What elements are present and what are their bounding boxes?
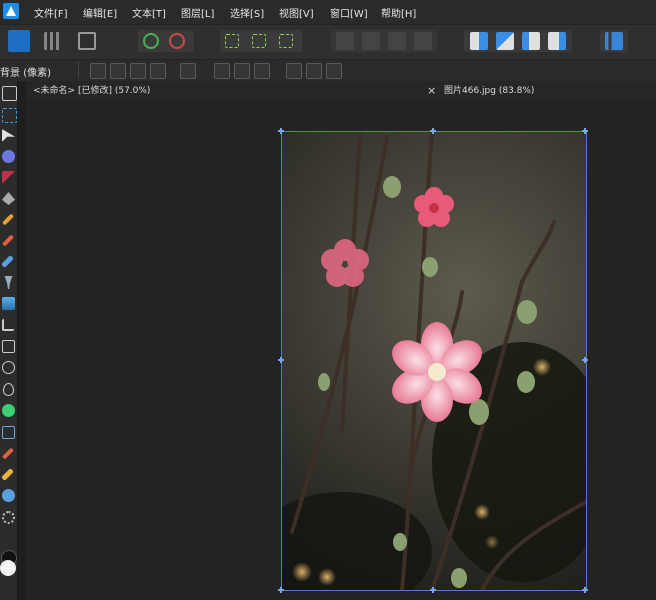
- crop-tool-icon[interactable]: [2, 319, 14, 331]
- node-tool-icon[interactable]: [2, 129, 15, 142]
- shape-tool-icon[interactable]: [2, 171, 15, 184]
- rectangle-tool-icon[interactable]: [2, 340, 15, 353]
- move-forward-icon[interactable]: [548, 32, 566, 50]
- export-persona-icon[interactable]: [78, 32, 96, 50]
- transform-origin-icon[interactable]: [90, 63, 106, 79]
- settings-gear-icon[interactable]: [2, 511, 15, 524]
- divide-icon[interactable]: [414, 32, 432, 50]
- distribute-left-icon[interactable]: [286, 63, 302, 79]
- pen-tool-icon[interactable]: [2, 192, 15, 205]
- menu-help[interactable]: 帮助[H]: [381, 5, 416, 20]
- menu-text[interactable]: 文本[T]: [132, 5, 166, 20]
- resize-handle-bottom[interactable]: [430, 587, 436, 593]
- menu-bar: 文件[F] 编辑[E] 文本[T] 图层[L] 选择[S] 视图[V] 窗口[W…: [0, 0, 656, 24]
- flip-vertical-icon[interactable]: [496, 32, 514, 50]
- transform-box-icon[interactable]: [279, 34, 293, 48]
- zoom-tool-icon[interactable]: [2, 489, 15, 502]
- menu-select[interactable]: 选择[S]: [230, 5, 264, 20]
- tools-panel: [0, 81, 18, 600]
- crop-icon[interactable]: [130, 63, 146, 79]
- tab-image466[interactable]: 图片466.jpg (83.8%): [444, 81, 534, 101]
- ruler-tool-icon[interactable]: [1, 468, 14, 481]
- distribute-center-icon[interactable]: [306, 63, 322, 79]
- resize-handle-left[interactable]: [278, 357, 284, 363]
- align-group: [600, 30, 628, 52]
- context-toolbar: 背景 (像素): [0, 59, 656, 81]
- vector-crop-icon[interactable]: [2, 404, 15, 417]
- resize-handle-right[interactable]: [582, 357, 588, 363]
- align-middle-icon[interactable]: [234, 63, 250, 79]
- subtract-icon[interactable]: [362, 32, 380, 50]
- gradient-tool-icon[interactable]: [2, 150, 15, 163]
- align-bottom-icon[interactable]: [254, 63, 270, 79]
- resize-handle-bottom-left[interactable]: [278, 587, 284, 593]
- align-top-icon[interactable]: [214, 63, 230, 79]
- snapping-options-icon[interactable]: [169, 33, 185, 49]
- layer-label: 背景 (像素): [0, 68, 51, 79]
- guides-group: [220, 30, 302, 52]
- fill-tool-icon[interactable]: [4, 276, 13, 289]
- grid-box-icon[interactable]: [252, 34, 266, 48]
- transparency-tool-icon[interactable]: [3, 383, 14, 396]
- snapping-icon[interactable]: [143, 33, 159, 49]
- main-toolbar: [0, 24, 656, 59]
- align-left-icon[interactable]: [605, 32, 623, 50]
- resize-handle-top-right[interactable]: [582, 128, 588, 134]
- divider: [78, 62, 79, 78]
- resize-handle-top[interactable]: [430, 128, 436, 134]
- tab-untitled[interactable]: <未命名> [已修改] (57.0%): [33, 81, 150, 101]
- place-image-icon[interactable]: [2, 297, 15, 310]
- menu-file[interactable]: 文件[F]: [34, 5, 68, 20]
- tab-close-icon[interactable]: ×: [427, 81, 436, 101]
- arrange-group: [464, 30, 572, 52]
- align-box-icon[interactable]: [225, 34, 239, 48]
- pencil-tool-icon[interactable]: [1, 213, 15, 226]
- intersect-icon[interactable]: [388, 32, 406, 50]
- menu-window[interactable]: 窗口[W]: [330, 5, 368, 20]
- add-icon[interactable]: [336, 32, 354, 50]
- document-tabs: <未命名> [已修改] (57.0%) × 图片466.jpg (83.8%): [26, 81, 656, 101]
- brush-tool-icon[interactable]: [1, 234, 15, 247]
- pixel-persona-icon[interactable]: [44, 32, 62, 50]
- snapping-group: [138, 30, 194, 52]
- distribute-right-icon[interactable]: [326, 63, 342, 79]
- foreground-color-well[interactable]: [0, 560, 16, 576]
- menu-edit[interactable]: 编辑[E]: [83, 5, 117, 20]
- text-tool-icon[interactable]: [2, 426, 15, 439]
- boolean-group: [330, 30, 438, 52]
- photo-persona-icon[interactable]: [8, 30, 30, 52]
- select-icon[interactable]: [150, 63, 166, 79]
- resize-handle-bottom-right[interactable]: [582, 587, 588, 593]
- resize-handle-top-left[interactable]: [278, 128, 284, 134]
- menu-view[interactable]: 视图[V]: [279, 5, 314, 20]
- artboard-tool-icon[interactable]: [2, 108, 17, 123]
- selection-bounding-box: [281, 131, 587, 591]
- menu-layer[interactable]: 图层[L]: [181, 5, 214, 20]
- app-logo-icon[interactable]: [3, 3, 19, 19]
- fit-icon[interactable]: [180, 63, 196, 79]
- move-tool-icon[interactable]: [2, 86, 17, 101]
- hide-selection-icon[interactable]: [110, 63, 126, 79]
- pixel-tool-icon[interactable]: [1, 255, 14, 268]
- flip-horizontal-icon[interactable]: [470, 32, 488, 50]
- color-picker-icon[interactable]: [1, 447, 15, 460]
- move-back-icon[interactable]: [522, 32, 540, 50]
- ellipse-tool-icon[interactable]: [2, 361, 15, 374]
